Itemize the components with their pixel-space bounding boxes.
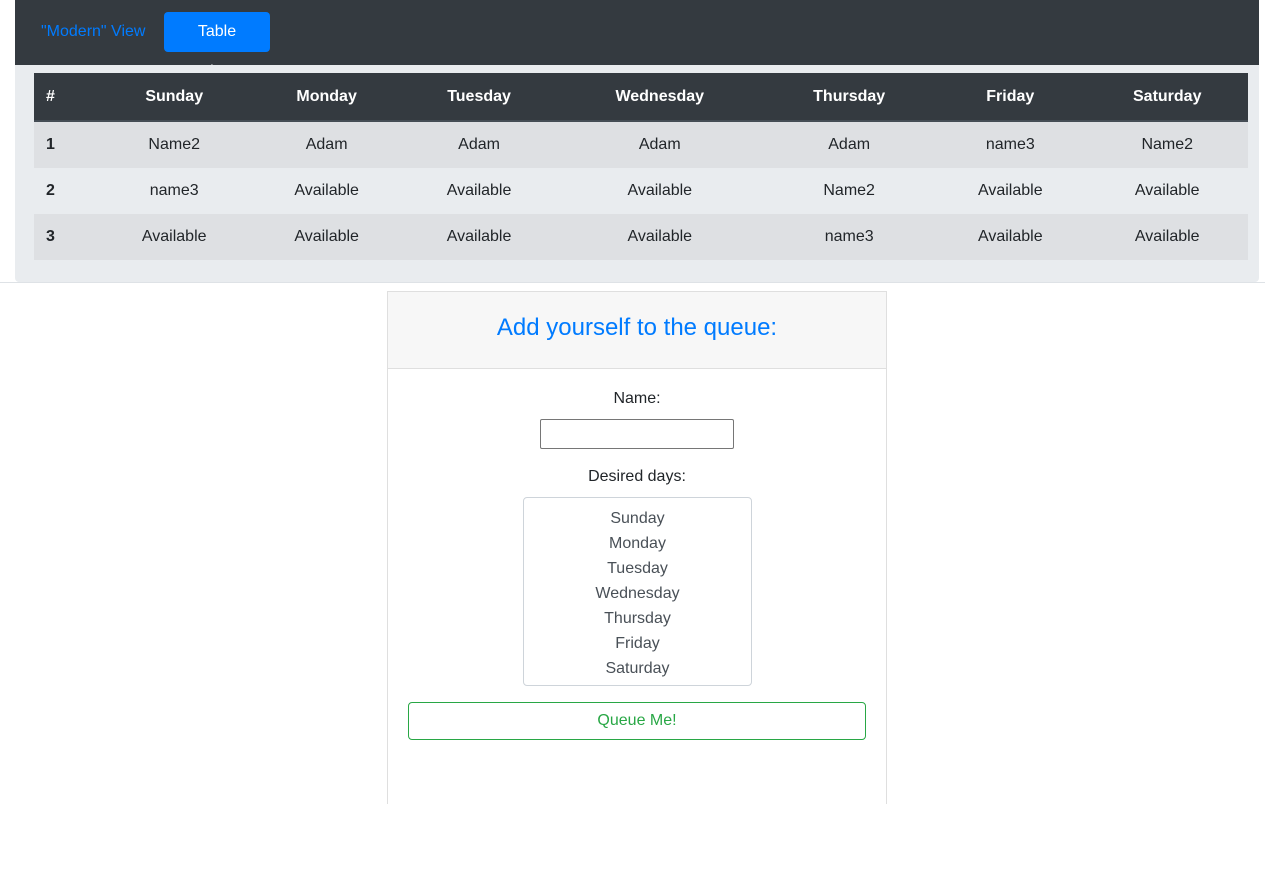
day-option-saturday[interactable]: Saturday (524, 656, 751, 681)
column-header-tuesday: Tuesday (402, 73, 556, 122)
row-number: 3 (34, 214, 98, 260)
column-header-saturday: Saturday (1086, 73, 1248, 122)
table-header-row: # Sunday Monday Tuesday Wednesday Thursd… (34, 73, 1248, 122)
day-option-friday[interactable]: Friday (524, 631, 751, 656)
queue-me-button[interactable]: Queue Me! (408, 702, 866, 740)
table-cell: Available (1086, 168, 1248, 214)
column-header-wednesday: Wednesday (555, 73, 765, 122)
name-label: Name: (613, 390, 661, 407)
table-cell: Adam (402, 121, 556, 168)
table-cell: Available (402, 168, 556, 214)
name-input[interactable] (540, 419, 734, 449)
column-header-thursday: Thursday (764, 73, 935, 122)
table-cell: Available (934, 168, 1087, 214)
day-option-sunday[interactable]: Sunday (524, 506, 751, 531)
day-option-wednesday[interactable]: Wednesday (524, 581, 751, 606)
navbar: "Modern" View Table View (15, 0, 1259, 80)
table-cell: name3 (764, 214, 935, 260)
schedule-panel: # Sunday Monday Tuesday Wednesday Thursd… (15, 65, 1259, 282)
table-cell: Adam (764, 121, 935, 168)
queue-form-card: Add yourself to the queue: Name: Desired… (387, 291, 887, 804)
table-cell: Available (1086, 214, 1248, 260)
table-view-button[interactable]: Table View (164, 12, 270, 80)
table-cell: Available (250, 214, 403, 260)
table-cell: Available (250, 168, 403, 214)
top-section: "Modern" View Table View # Sunday Monday… (0, 0, 1265, 283)
column-header-friday: Friday (934, 73, 1087, 122)
table-cell: Name2 (98, 121, 251, 168)
row-number: 1 (34, 121, 98, 168)
table-row: 3 Available Available Available Availabl… (34, 214, 1248, 260)
table-cell: Adam (555, 121, 765, 168)
table-cell: Name2 (764, 168, 935, 214)
row-number: 2 (34, 168, 98, 214)
schedule-table: # Sunday Monday Tuesday Wednesday Thursd… (34, 73, 1248, 260)
table-cell: name3 (934, 121, 1087, 168)
table-row: 1 Name2 Adam Adam Adam Adam name3 Name2 (34, 121, 1248, 168)
table-cell: Available (98, 214, 251, 260)
day-option-thursday[interactable]: Thursday (524, 606, 751, 631)
column-header-sunday: Sunday (98, 73, 251, 122)
day-option-monday[interactable]: Monday (524, 531, 751, 556)
table-cell: Available (934, 214, 1087, 260)
table-cell: Available (555, 214, 765, 260)
table-cell: name3 (98, 168, 251, 214)
table-cell: Available (402, 214, 556, 260)
table-cell: Available (555, 168, 765, 214)
desired-days-select[interactable]: Sunday Monday Tuesday Wednesday Thursday… (523, 497, 752, 686)
column-header-monday: Monday (250, 73, 403, 122)
table-cell: Name2 (1086, 121, 1248, 168)
desired-days-label: Desired days: (588, 468, 686, 485)
modern-view-link[interactable]: "Modern" View (25, 12, 161, 52)
table-cell: Adam (250, 121, 403, 168)
column-header-number: # (34, 73, 98, 122)
table-row: 2 name3 Available Available Available Na… (34, 168, 1248, 214)
day-option-tuesday[interactable]: Tuesday (524, 556, 751, 581)
queue-form-title: Add yourself to the queue: (388, 292, 886, 369)
